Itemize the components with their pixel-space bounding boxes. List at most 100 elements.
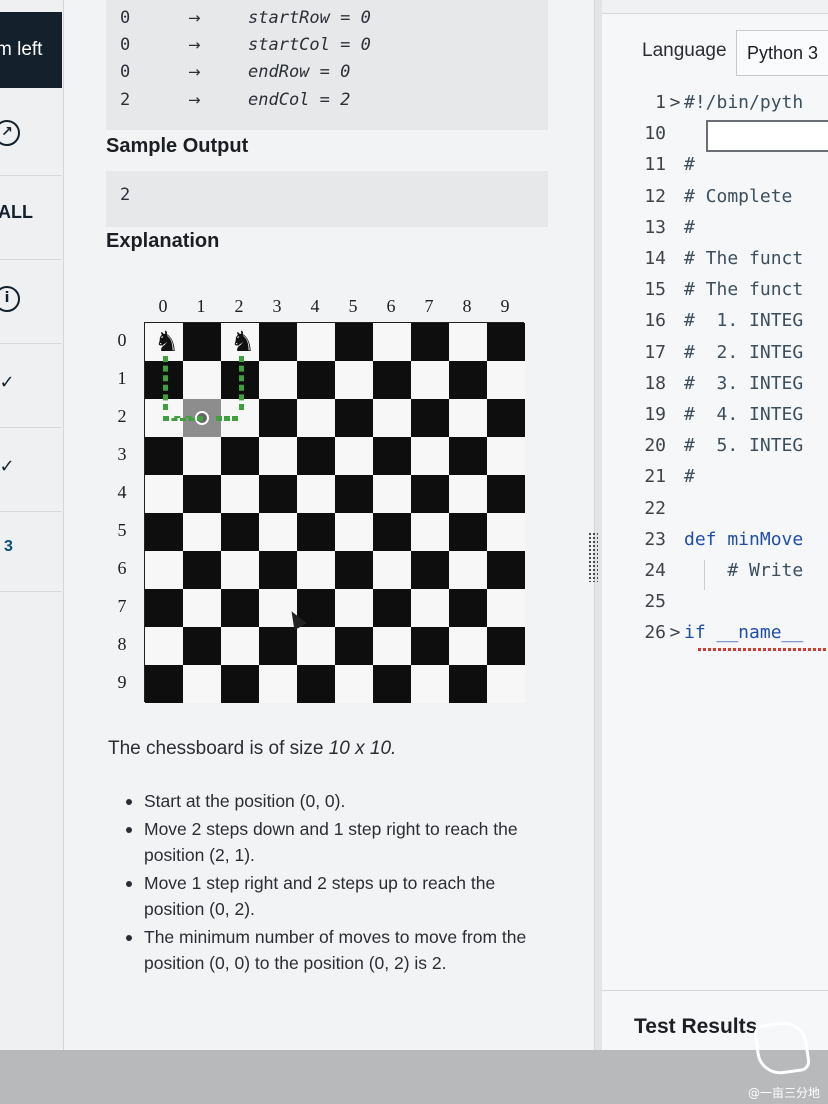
input-value: 0 xyxy=(120,8,131,28)
code-line[interactable]: 10 xyxy=(602,119,828,149)
left-nav: m left ↗ ALL i ✓ ✓ 3 xyxy=(0,0,64,1050)
board-square xyxy=(411,551,449,589)
code-line[interactable]: 26 > if __name__ xyxy=(602,618,828,648)
board-square xyxy=(449,665,487,703)
board-square xyxy=(449,399,487,437)
board-square xyxy=(297,551,335,589)
board-square xyxy=(449,627,487,665)
row-label: 3 xyxy=(117,444,127,464)
column-label: 4 xyxy=(310,296,320,316)
fold-chevron-icon[interactable]: > xyxy=(666,618,684,648)
problem-pane: 0 → startRow = 0 0 → startCol = 0 0 → endRow =… xyxy=(64,0,594,1050)
code-line[interactable]: 24 # Write xyxy=(602,556,828,586)
row-label: 2 xyxy=(117,406,127,426)
code-line[interactable]: 1 > #!/bin/pyth xyxy=(602,88,828,118)
column-label: 6 xyxy=(386,296,396,316)
question-number: 3 xyxy=(4,538,13,555)
code-line[interactable]: 22 xyxy=(602,494,828,524)
column-label: 2 xyxy=(234,296,244,316)
board-square xyxy=(373,551,411,589)
board-square xyxy=(259,551,297,589)
fold-chevron-icon[interactable]: > xyxy=(666,88,684,118)
drag-handle-icon[interactable] xyxy=(588,532,598,582)
board-square xyxy=(297,665,335,703)
board-square xyxy=(487,399,525,437)
board-square xyxy=(145,513,183,551)
board-square xyxy=(335,323,373,361)
explanation-steps: Start at the position (0, 0). Move 2 ste… xyxy=(124,788,544,978)
column-label: 9 xyxy=(500,296,510,316)
board-square xyxy=(373,513,411,551)
line-number: 17 xyxy=(644,341,666,363)
board-square xyxy=(335,399,373,437)
info-button[interactable]: i xyxy=(0,260,62,344)
sample-input-row: 2 → endCol = 2 xyxy=(120,86,350,114)
row-label: 6 xyxy=(117,558,127,578)
code-line[interactable]: 20 # 5. INTEG xyxy=(602,431,828,461)
board-square xyxy=(335,627,373,665)
sample-input-row: 0 → startCol = 0 xyxy=(120,31,371,59)
board-square xyxy=(183,513,221,551)
language-select[interactable]: Python 3 xyxy=(736,30,828,76)
board-square xyxy=(411,513,449,551)
list-item: Move 2 steps down and 1 step right to re… xyxy=(124,816,544,868)
code-line[interactable]: 21 # xyxy=(602,462,828,492)
code-line[interactable]: 18 # 3. INTEG xyxy=(602,369,828,399)
code-line[interactable]: 17 # 2. INTEG xyxy=(602,338,828,368)
row-label: 5 xyxy=(117,520,127,540)
board-square xyxy=(487,475,525,513)
board-square xyxy=(487,323,525,361)
column-labels: 0 1 2 3 4 5 6 7 8 9 xyxy=(144,296,524,320)
board-square xyxy=(487,513,525,551)
board-square xyxy=(373,323,411,361)
question-1-status[interactable]: ✓ xyxy=(0,344,62,428)
expand-button[interactable]: ↗ xyxy=(0,92,62,176)
code-line[interactable]: 16 # 1. INTEG xyxy=(602,306,828,336)
code-line[interactable]: 12 # Complete xyxy=(602,182,828,212)
board-square xyxy=(335,551,373,589)
board-square xyxy=(373,665,411,703)
code-line[interactable]: 25 xyxy=(602,587,828,617)
board-square xyxy=(335,437,373,475)
code-line[interactable]: 19 # 4. INTEG xyxy=(602,400,828,430)
expand-icon: ↗ xyxy=(0,120,20,146)
board-square xyxy=(373,399,411,437)
board-square xyxy=(335,361,373,399)
knight-icon: ♞ xyxy=(154,325,180,358)
board-square xyxy=(449,475,487,513)
line-number: 22 xyxy=(644,497,666,519)
board-square xyxy=(259,513,297,551)
code-line[interactable]: 15 # The funct xyxy=(602,275,828,305)
board-square xyxy=(221,665,259,703)
code-line[interactable]: 13 # xyxy=(602,213,828,243)
move-path xyxy=(163,356,168,410)
description-text: The chessboard is of size xyxy=(108,738,329,759)
board-square xyxy=(487,627,525,665)
code-text: # xyxy=(684,216,695,238)
arrow-icon: → xyxy=(188,9,201,27)
board-square xyxy=(335,589,373,627)
board-square xyxy=(297,399,335,437)
question-2-status[interactable]: ✓ xyxy=(0,428,62,512)
board-square xyxy=(335,475,373,513)
board-square xyxy=(297,475,335,513)
code-line[interactable]: 23 def minMove xyxy=(602,525,828,555)
line-number: 1 xyxy=(655,92,666,113)
board-square xyxy=(335,665,373,703)
list-item: Move 1 step right and 2 steps up to reac… xyxy=(124,870,544,922)
all-filter-button[interactable]: ALL xyxy=(0,176,62,260)
question-3-nav[interactable]: 3 xyxy=(0,512,62,592)
column-label: 0 xyxy=(158,296,168,316)
row-label: 9 xyxy=(117,672,127,692)
line-number: 13 xyxy=(644,216,666,238)
line-number: 23 xyxy=(644,528,666,550)
board-square xyxy=(373,361,411,399)
code-line[interactable]: 11 # xyxy=(602,150,828,180)
code-line[interactable]: 14 # The funct xyxy=(602,244,828,274)
board-square xyxy=(411,475,449,513)
screen-bezel xyxy=(0,1050,828,1104)
line-number: 19 xyxy=(644,404,666,425)
pane-splitter[interactable] xyxy=(594,0,602,1050)
board-square xyxy=(411,627,449,665)
board-description: The chessboard is of size 10 x 10. xyxy=(108,738,396,760)
